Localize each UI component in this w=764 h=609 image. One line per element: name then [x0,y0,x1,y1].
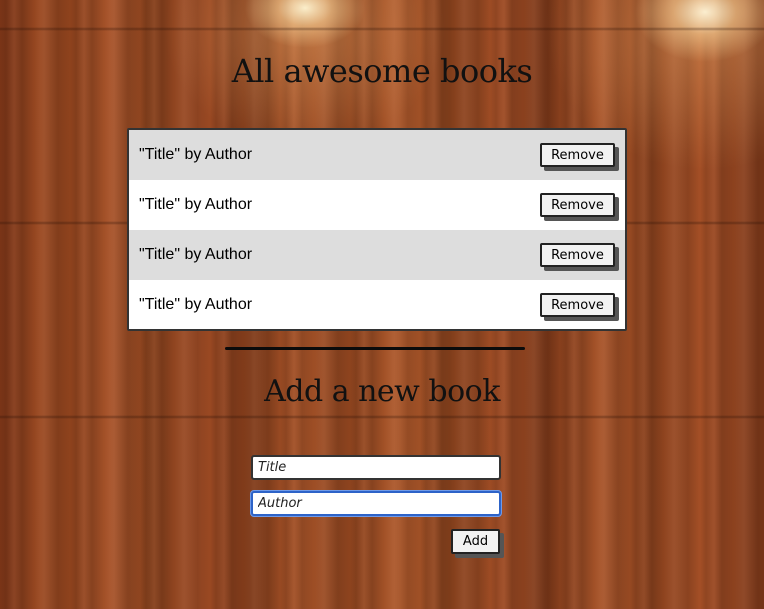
remove-button[interactable]: Remove [540,293,615,317]
remove-button[interactable]: Remove [540,143,615,167]
add-button[interactable]: Add [451,529,500,554]
add-book-heading: Add a new book [264,374,500,409]
book-row: "Title" by Author Remove [129,280,625,329]
page-title: All awesome books [231,52,533,90]
book-text: "Title" by Author [139,246,253,263]
remove-button[interactable]: Remove [540,243,615,267]
book-row: "Title" by Author Remove [129,180,625,230]
remove-button[interactable]: Remove [540,193,615,217]
book-text: "Title" by Author [139,146,253,163]
book-text: "Title" by Author [139,196,253,213]
book-text: "Title" by Author [139,296,253,313]
book-list: "Title" by Author Remove "Title" by Auth… [127,128,627,331]
title-input[interactable] [251,455,501,480]
section-divider [225,347,525,350]
book-row: "Title" by Author Remove [129,230,625,280]
book-row: "Title" by Author Remove [129,130,625,180]
author-input[interactable] [251,491,501,516]
